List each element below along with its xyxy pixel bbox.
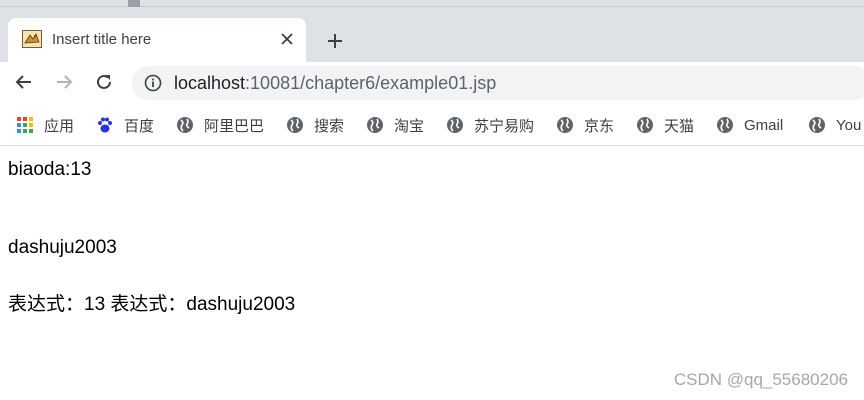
bookmark-label: 天猫 — [664, 117, 695, 135]
url-path: :10081/chapter6/example01.jsp — [245, 73, 497, 93]
bookmark-apps[interactable]: 应用 — [16, 114, 74, 136]
close-icon — [281, 33, 293, 45]
bookmark-label: 京东 — [584, 117, 615, 135]
globe-icon — [177, 117, 193, 133]
plus-icon — [328, 34, 342, 48]
url-text[interactable]: localhost:10081/chapter6/example01.jsp — [174, 73, 496, 94]
bookmark-label: You — [836, 116, 862, 134]
page-content: biaoda:13 dashuju2003 表达式：13 表达式：dashuju… — [0, 147, 864, 400]
bookmark-label: 苏宁易购 — [474, 117, 535, 135]
tab-strip: Insert title here — [0, 0, 864, 62]
globe-icon — [447, 117, 463, 133]
bookmark-search[interactable]: 搜索 — [286, 114, 344, 136]
bookmark-label: 搜索 — [314, 117, 345, 135]
address-bar[interactable]: localhost:10081/chapter6/example01.jsp — [132, 66, 864, 100]
back-button[interactable] — [10, 68, 38, 96]
window-scroll-thumb — [128, 0, 140, 7]
new-tab-button[interactable] — [322, 28, 348, 54]
reload-button[interactable] — [90, 68, 118, 96]
forward-button[interactable] — [50, 68, 78, 96]
output-line-2: dashuju2003 — [8, 237, 117, 258]
tab-close-button[interactable] — [276, 28, 298, 50]
bookmark-label: 百度 — [124, 117, 155, 135]
bookmark-jd[interactable]: 京东 — [556, 114, 614, 136]
globe-icon — [637, 117, 653, 133]
bookmark-youtube[interactable]: You — [808, 114, 861, 136]
bookmark-gmail[interactable]: Gmail — [716, 114, 783, 136]
bookmark-label: 应用 — [44, 117, 75, 135]
bookmark-label: Gmail — [744, 116, 784, 134]
apps-grid-icon — [17, 117, 33, 133]
globe-icon — [287, 117, 303, 133]
csdn-watermark: CSDN @qq_55680206 — [673, 370, 848, 389]
arrow-right-icon — [57, 75, 73, 89]
bookmark-suning[interactable]: 苏宁易购 — [446, 114, 534, 136]
globe-icon — [809, 117, 825, 133]
bookmark-tmall[interactable]: 天猫 — [636, 114, 694, 136]
globe-icon — [367, 117, 383, 133]
bookmark-alibaba[interactable]: 阿里巴巴 — [176, 114, 264, 136]
arrow-left-icon — [15, 75, 31, 89]
bookmark-taobao[interactable]: 淘宝 — [366, 114, 424, 136]
baidu-paw-icon — [98, 117, 112, 133]
tomcat-favicon-icon — [22, 30, 42, 48]
globe-icon — [717, 117, 733, 133]
url-host: localhost — [174, 73, 246, 93]
browser-tab[interactable]: Insert title here — [8, 18, 306, 62]
output-line-3: 表达式：13 表达式：dashuju2003 — [8, 294, 296, 315]
bookmark-label: 阿里巴巴 — [204, 117, 265, 135]
globe-icon — [557, 117, 573, 133]
reload-icon — [97, 74, 111, 89]
tab-title: Insert title here — [52, 31, 152, 48]
browser-toolbar: localhost:10081/chapter6/example01.jsp — [0, 62, 864, 104]
output-line-1: biaoda:13 — [8, 159, 92, 180]
bookmark-label: 淘宝 — [394, 117, 425, 135]
info-icon[interactable] — [144, 74, 162, 92]
bookmarks-bar: 应用 百度 阿里巴巴 搜索 淘宝 苏宁易购 京东 天猫 Gmail You — [0, 104, 864, 146]
bookmark-baidu[interactable]: 百度 — [96, 114, 154, 136]
